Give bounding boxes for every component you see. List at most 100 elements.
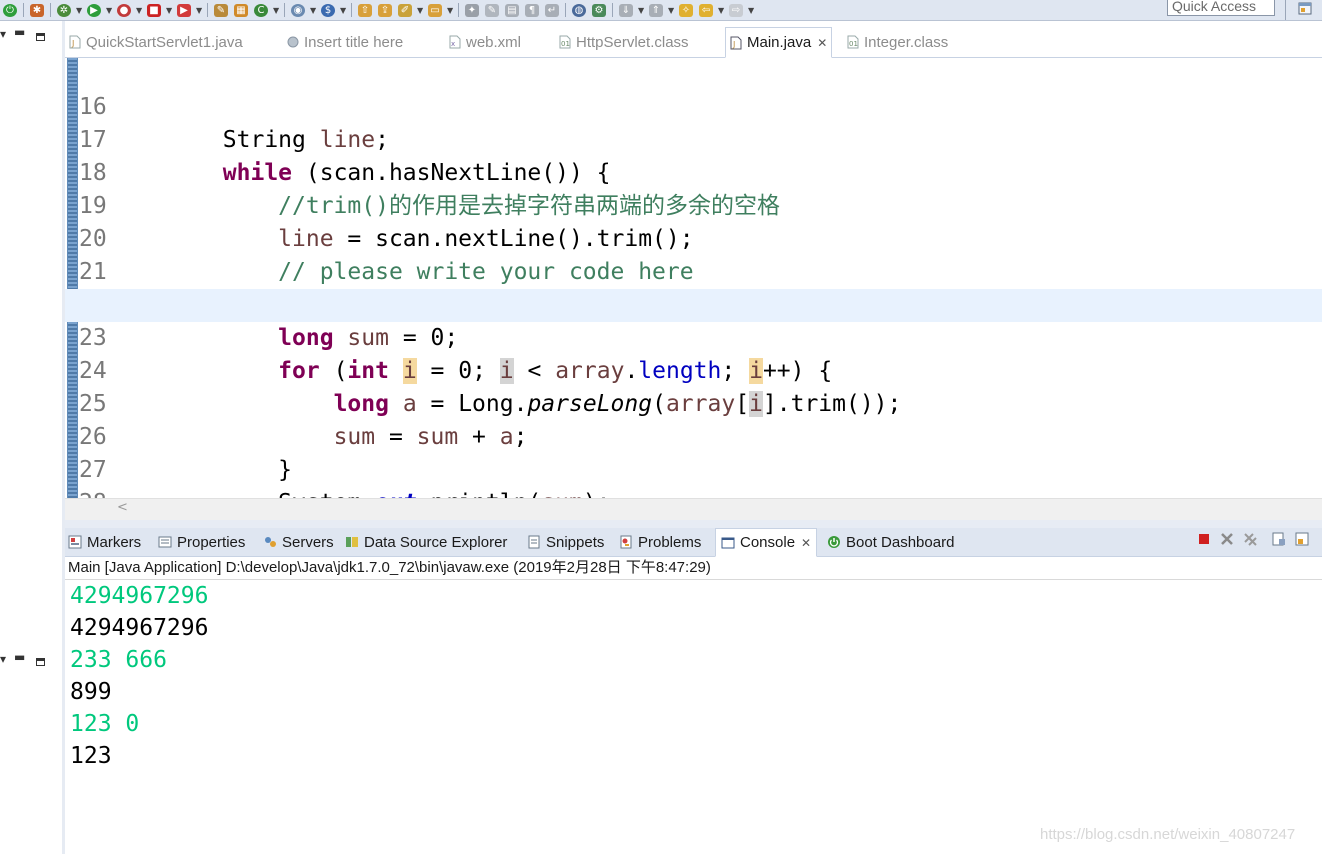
view-menu-icon[interactable]: ▾ [0,652,6,666]
code-line[interactable]: 18 //trim()的作用是去掉字符串两端的多余的空格 [65,124,1322,219]
stop-server-icon[interactable]: ■ [147,3,161,17]
chevron-down-icon[interactable]: ▼ [310,4,316,17]
console-input-line: 123 0 [70,711,140,737]
previous-annotation-icon[interactable]: ⇑ [649,3,663,17]
external-tools-icon[interactable]: ▶ [177,3,191,17]
chevron-down-icon[interactable]: ▼ [340,4,346,17]
maximize-icon[interactable] [36,33,45,41]
console-output-line: 123 [70,743,112,769]
toolbar-separator [565,3,566,17]
toolbar-separator [207,3,208,17]
open-folder-icon[interactable]: ▭ [428,3,442,17]
code-line[interactable]: 28 } [65,454,1322,498]
code-line[interactable]: 17 while (scan.hasNextLine()) { [65,91,1322,186]
new-java-project-icon[interactable]: ✎ [214,3,228,17]
debug-icon[interactable]: ✲ [57,3,71,17]
perspective-run-icon[interactable]: ⚙ [592,3,606,17]
new-class-icon[interactable]: C [254,3,268,17]
run-icon[interactable]: ▶ [87,3,101,17]
quick-access-input[interactable]: Quick Access [1167,0,1275,16]
coverage-icon[interactable]: ● [117,3,131,17]
console-input-line: 233 666 [70,647,167,673]
chevron-down-icon[interactable]: ▼ [166,4,172,17]
chevron-down-icon[interactable]: ▼ [136,4,142,17]
console-icon [721,537,735,548]
code-editor[interactable]: 16 String line; 17 while (scan.hasNextLi… [65,58,1322,498]
tab-quickstartservlet1-java[interactable]: J QuickStartServlet1.java [69,27,243,57]
new-web-icon[interactable]: ◉ [291,3,305,17]
code-line[interactable]: 21 String[] array = line.split(" "); [65,223,1322,318]
code-line[interactable]: 20 // please write your code here [65,190,1322,285]
tab-servers[interactable]: Servers [263,528,334,556]
clear-console-icon[interactable] [1272,532,1286,546]
tab-markers[interactable]: Markers [68,528,141,556]
tab-web-xml[interactable]: x web.xml [449,27,521,57]
code-line[interactable]: 26 } [65,388,1322,483]
horizontal-scrollbar[interactable]: < [65,498,1322,521]
minimize-icon[interactable]: ▬ [14,25,25,39]
data-source-icon [346,537,358,547]
chevron-down-icon[interactable]: ▼ [718,4,724,17]
last-edit-location-icon[interactable]: ✧ [679,3,693,17]
maximize-icon[interactable] [36,658,45,666]
toggle-mark-icon[interactable]: ✎ [485,3,499,17]
tab-label: HttpServlet.class [576,33,689,51]
scroll-lock-icon[interactable] [1295,532,1309,546]
terminate-icon[interactable] [1197,532,1211,546]
search-icon[interactable]: ✐ [398,3,412,17]
tab-label: Main.java [747,34,812,51]
chevron-down-icon[interactable]: ▼ [106,4,112,17]
scroll-left-icon[interactable]: < [117,500,128,515]
open-perspective-icon[interactable] [1298,2,1312,16]
new-package-icon[interactable]: ▦ [234,3,248,17]
next-annotation-icon[interactable]: ⇓ [619,3,633,17]
tab-snippets[interactable]: Snippets [527,528,604,556]
code-line[interactable]: 19 line = scan.nextLine().trim(); [65,157,1322,252]
code-line[interactable]: 25 sum = sum + a; [65,355,1322,450]
tab-data-source-explorer[interactable]: Data Source Explorer [345,528,507,556]
chevron-down-icon[interactable]: ▼ [638,4,644,17]
close-icon[interactable]: ✕ [817,36,827,50]
annotation-icon[interactable]: ✦ [465,3,479,17]
back-icon[interactable]: ⇦ [699,3,713,17]
console-output[interactable]: 4294967296 4294967296 233 666 899 123 0 … [65,580,1322,854]
remove-launch-icon[interactable] [1220,532,1234,546]
word-wrap-icon[interactable]: ↵ [545,3,559,17]
tab-insert-title-here[interactable]: Insert title here [287,27,403,57]
skip-breakpoints-icon[interactable]: ✱ [30,3,44,17]
open-task-icon[interactable]: ⇪ [378,3,392,17]
chevron-down-icon[interactable]: ▼ [748,4,754,17]
code-line-current[interactable]: 23 for (int i = 0; i < array.length; i++… [65,289,1322,384]
chevron-down-icon[interactable]: ▼ [447,4,453,17]
chevron-down-icon[interactable]: ▼ [273,4,279,17]
chevron-down-icon[interactable]: ▼ [76,4,82,17]
tab-problems[interactable]: Problems [619,528,701,556]
code-line[interactable]: 24 long a = Long.parseLong(array[i].trim… [65,322,1322,417]
spring-icon[interactable]: $ [321,3,335,17]
show-whitespace-icon[interactable]: ¶ [525,3,539,17]
block-selection-icon[interactable]: ▤ [505,3,519,17]
remove-all-terminated-icon[interactable] [1243,532,1257,546]
tab-main-java[interactable]: J Main.java ✕ [725,27,833,58]
chevron-down-icon[interactable]: ▼ [196,4,202,17]
power-icon[interactable]: ⏻ [3,3,17,17]
chevron-down-icon[interactable]: ▼ [417,4,423,17]
class-file-icon: 01 [847,35,859,49]
globe-icon[interactable]: ◍ [572,3,586,17]
chevron-down-icon[interactable]: ▼ [668,4,674,17]
tab-httpservlet-class[interactable]: 01 HttpServlet.class [559,27,689,57]
view-menu-icon[interactable]: ▾ [0,27,6,41]
minimize-icon[interactable]: ▬ [14,650,25,664]
tab-properties[interactable]: Properties [158,528,245,556]
console-output-line: 899 [70,679,112,705]
tab-boot-dashboard[interactable]: Boot Dashboard [827,528,954,556]
sash[interactable] [65,520,1322,528]
tab-integer-class[interactable]: 01 Integer.class [847,27,948,57]
code-line[interactable]: 22 long sum = 0; [65,256,1322,351]
code-line[interactable]: 16 String line; [65,58,1322,153]
close-icon[interactable]: ✕ [801,536,811,550]
forward-icon[interactable]: ⇨ [729,3,743,17]
open-type-icon[interactable]: ⇧ [358,3,372,17]
code-line[interactable]: 27 System.out.println(sum); [65,421,1322,498]
tab-console[interactable]: Console ✕ [715,528,818,557]
